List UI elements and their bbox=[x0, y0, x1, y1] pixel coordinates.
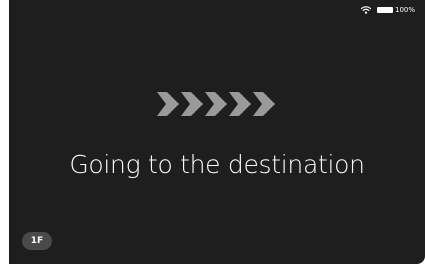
chevrons-right-icon bbox=[149, 90, 284, 118]
status-bar: 100% bbox=[360, 4, 415, 16]
chevron-right-icon bbox=[157, 92, 179, 116]
battery-percent-label: 100% bbox=[394, 5, 415, 14]
battery-indicator: 100% bbox=[376, 5, 415, 14]
floor-badge[interactable]: 1F bbox=[22, 232, 52, 250]
chevron-right-icon bbox=[181, 92, 203, 116]
navigation-status-message: Going to the destination bbox=[69, 150, 365, 179]
chevron-right-icon bbox=[229, 92, 251, 116]
wifi-icon bbox=[360, 6, 371, 14]
chevron-right-icon bbox=[205, 92, 227, 116]
battery-level bbox=[377, 8, 392, 12]
chevron-right-icon bbox=[253, 92, 275, 116]
battery-icon bbox=[376, 7, 393, 13]
robot-screen: 100% Going to the destination 1F bbox=[9, 0, 425, 264]
